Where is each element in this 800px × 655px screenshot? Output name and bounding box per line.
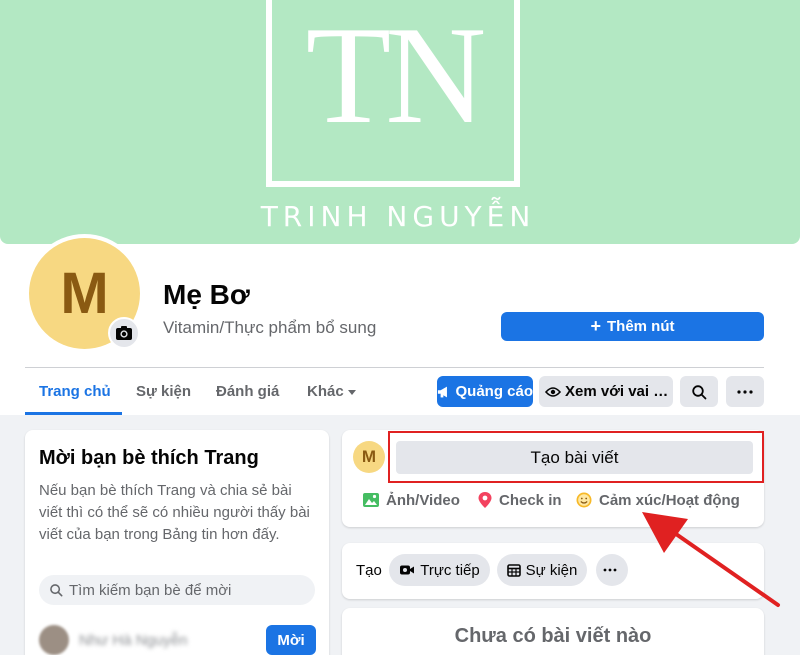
friend-name[interactable]: Như Hà Nguyễn <box>79 632 187 649</box>
page-category: Vitamin/Thực phẩm bổ sung <box>163 318 377 337</box>
empty-state-text: Chưa có bài viết nào <box>454 625 652 647</box>
live-video-label: Trực tiếp <box>420 561 480 579</box>
check-in-button[interactable]: Check in <box>477 491 562 509</box>
tab-more-label: Khác <box>307 383 344 400</box>
tab-reviews[interactable]: Đánh giá <box>216 383 279 400</box>
invite-search-input[interactable]: Tìm kiếm bạn bè để mời <box>39 575 315 605</box>
calendar-icon <box>506 564 521 577</box>
add-button-label: Thêm nút <box>607 318 675 335</box>
search-icon <box>50 584 63 597</box>
more-dots-icon <box>603 568 616 572</box>
composer-avatar[interactable]: M <box>353 441 385 473</box>
create-event-button[interactable]: Sự kiện <box>497 554 587 586</box>
page-title: Mẹ Bơ <box>163 279 250 310</box>
cover-logo-name: TRINH NGUYỄN <box>260 200 536 233</box>
tab-more[interactable]: Khác <box>307 383 356 400</box>
more-dots-icon <box>737 389 753 394</box>
invite-title: Mời bạn bè thích Trang <box>39 447 259 469</box>
tab-events[interactable]: Sự kiện <box>136 383 191 400</box>
plus-icon: + <box>590 316 601 336</box>
invite-search-placeholder: Tìm kiếm bạn bè để mời <box>69 581 232 599</box>
create-bar-label: Tạo <box>356 562 382 579</box>
invite-button[interactable]: Mời <box>266 625 316 655</box>
ads-button[interactable]: Quảng cáo <box>437 376 533 407</box>
cover-logo-frame: TN <box>266 0 520 187</box>
view-as-label: Xem với vai trò <box>565 383 673 400</box>
invite-description: Nếu bạn bè thích Trang và chia sẻ bài vi… <box>39 482 310 543</box>
add-button-button[interactable]: + Thêm nút <box>501 312 764 341</box>
cover-photo[interactable]: TN TRINH NGUYỄN <box>0 0 800 244</box>
tab-home[interactable]: Trang chủ <box>39 383 111 400</box>
posts-empty-card: Chưa có bài viết nào <box>342 608 764 655</box>
more-options-button[interactable] <box>726 376 764 407</box>
caret-down-icon <box>347 389 356 395</box>
ads-label: Quảng cáo <box>455 383 533 400</box>
cover-logo-initials: TN <box>305 0 487 153</box>
smiley-icon <box>576 492 592 508</box>
view-as-button[interactable]: Xem với vai trò <box>539 376 673 407</box>
photo-icon <box>363 493 379 507</box>
create-more-button[interactable] <box>596 554 628 586</box>
camera-icon <box>116 326 132 340</box>
location-pin-icon <box>478 492 492 508</box>
invite-friends-card: Mời bạn bè thích Trang Nếu bạn bè thích … <box>25 430 329 655</box>
feeling-activity-label: Cảm xúc/Hoạt động <box>599 491 740 509</box>
header-divider <box>25 367 764 368</box>
photo-video-button[interactable]: Ảnh/Video <box>362 491 460 509</box>
check-in-label: Check in <box>499 491 562 509</box>
friend-avatar[interactable] <box>39 625 69 655</box>
search-icon <box>692 384 707 399</box>
highlight-annotation-box <box>388 431 764 483</box>
photo-video-label: Ảnh/Video <box>386 491 460 509</box>
active-tab-indicator <box>25 412 122 415</box>
live-video-button[interactable]: Trực tiếp <box>389 554 490 586</box>
feeling-activity-button[interactable]: Cảm xúc/Hoạt động <box>575 491 740 509</box>
search-button[interactable] <box>680 376 718 407</box>
create-bar-card: Tạo Trực tiếp Sự kiện <box>342 543 764 599</box>
create-event-label: Sự kiện <box>525 561 578 579</box>
megaphone-icon <box>437 386 447 397</box>
update-avatar-button[interactable] <box>108 317 140 349</box>
video-camera-icon <box>400 565 415 575</box>
eye-icon <box>545 386 561 397</box>
